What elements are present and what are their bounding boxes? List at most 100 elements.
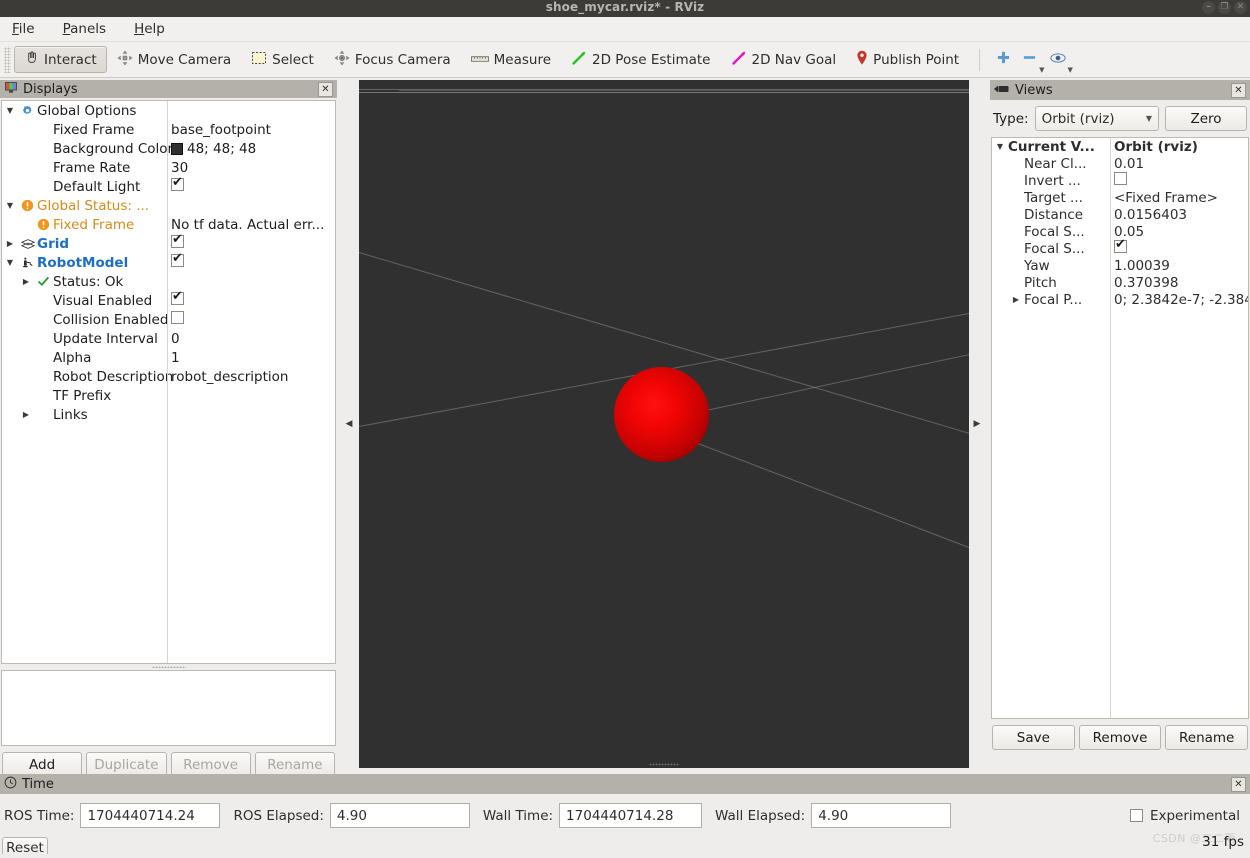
tool-publish-point-button[interactable]: Publish Point (846, 46, 969, 73)
views-tree-row[interactable]: Target ... <Fixed Frame> (992, 189, 1248, 206)
displays-row-value: base_footpoint (171, 121, 271, 138)
views-tree-row[interactable]: ▼ Current V... Orbit (rviz) (992, 138, 1248, 155)
displays-tree[interactable]: ▼ Global Options Fixed Frame base_footpoint… (1, 100, 336, 664)
views-row-label: Target ... (1024, 189, 1083, 206)
minimize-icon[interactable]: – (1202, 1, 1215, 14)
toolbar-drag-handle[interactable] (4, 46, 11, 73)
displays-row-label: Collision Enabled (53, 311, 169, 328)
displays-tree-row[interactable]: Frame Rate 30 (2, 158, 335, 177)
wall-elapsed-input[interactable]: 4.90 (811, 803, 952, 828)
viewport-bottom-grip[interactable] (649, 763, 679, 766)
displays-tree-row[interactable]: ▶ Status: Ok (2, 272, 335, 291)
tool-measure-button[interactable]: Measure (461, 46, 561, 73)
remove-view-button[interactable]: Remove (1078, 725, 1162, 750)
wall-time-input[interactable]: 1704440714.28 (559, 803, 703, 828)
displays-row-checkbox[interactable] (171, 175, 184, 195)
displays-row-checkbox[interactable] (171, 232, 184, 252)
views-tree-row[interactable]: Yaw 1.00039 (992, 257, 1248, 274)
displays-tree-row[interactable]: Collision Enabled (2, 310, 335, 329)
menu-file[interactable]: File (8, 19, 39, 39)
displays-row-checkbox[interactable] (171, 289, 184, 309)
displays-tree-row[interactable]: Robot Description robot_description (2, 367, 335, 386)
views-tree-row[interactable]: Focal S... (992, 237, 1248, 257)
tool-2d-nav-goal-label: 2D Nav Goal (751, 51, 837, 68)
displays-tree-row[interactable]: ▼ Global Options (2, 101, 335, 120)
tree-expand-arrow-closed-icon[interactable]: ▶ (1008, 295, 1024, 304)
displays-tree-row[interactable]: Visual Enabled (2, 289, 335, 310)
tool-move-camera-button[interactable]: Move Camera (107, 46, 241, 73)
views-tree-row[interactable]: Near Cl... 0.01 (992, 155, 1248, 172)
displays-tree-row[interactable]: ▶ Grid (2, 232, 335, 253)
tool-move-camera-label: Move Camera (137, 51, 232, 68)
displays-tree-row[interactable]: Default Light (2, 175, 335, 196)
check-icon (34, 275, 53, 288)
displays-row-checkbox[interactable] (171, 311, 184, 328)
views-panel-close-icon[interactable]: ✕ (1231, 82, 1246, 98)
displays-tree-row[interactable]: ▼ RobotModel (2, 251, 335, 272)
displays-tree-row[interactable]: Background Color 48; 48; 48 (2, 139, 335, 158)
views-type-select[interactable]: Orbit (rviz) ▼ (1034, 106, 1159, 131)
tool-select-button[interactable]: Select (241, 46, 324, 73)
views-row-value: 0; 2.3842e-7; -2.384... (1114, 291, 1248, 308)
displays-tree-row[interactable]: ▶ Links (2, 405, 335, 424)
displays-panel-close-icon[interactable]: ✕ (318, 81, 333, 97)
tree-expand-arrow-closed-icon[interactable]: ▶ (18, 277, 34, 286)
views-row-checkbox[interactable] (1114, 237, 1127, 257)
displays-column-splitter[interactable] (167, 101, 168, 663)
zero-view-button[interactable]: Zero (1165, 106, 1247, 131)
experimental-checkbox[interactable] (1129, 809, 1143, 822)
tool-2d-nav-goal-button[interactable]: 2D Nav Goal (721, 46, 847, 73)
views-collapse-handle[interactable]: ▶ (971, 80, 983, 768)
tree-expand-arrow-closed-icon[interactable]: ▶ (18, 410, 34, 419)
views-tree-row[interactable]: Invert ... (992, 172, 1248, 189)
views-tree[interactable]: ▼ Current V... Orbit (rviz) Near Cl... 0.01 I… (991, 137, 1249, 719)
views-row-checkbox[interactable] (1114, 172, 1127, 189)
displays-tree-row[interactable]: TF Prefix (2, 386, 335, 405)
add-tool-button[interactable] (990, 46, 1016, 73)
displays-tree-row[interactable]: Fixed Frame No tf data. Actual err... (2, 215, 335, 234)
time-panel-close-icon[interactable]: ✕ (1231, 776, 1246, 792)
tool-focus-camera-button[interactable]: Focus Camera (324, 46, 461, 73)
views-row-label: Focal P... (1024, 291, 1083, 308)
displays-collapse-handle[interactable]: ◀ (343, 80, 355, 768)
rename-view-button[interactable]: Rename (1165, 725, 1249, 750)
menu-help[interactable]: Help (130, 19, 169, 39)
views-type-value: Orbit (rviz) (1041, 110, 1115, 127)
views-tree-row[interactable]: ▶Focal P... 0; 2.3842e-7; -2.384... (992, 291, 1248, 308)
views-tree-row[interactable]: Pitch 0.370398 (992, 274, 1248, 291)
menu-panels[interactable]: Panels (59, 19, 110, 39)
gear-icon (18, 104, 37, 117)
displays-row-label: Grid (37, 235, 70, 252)
displays-tree-row[interactable]: Alpha 1 (2, 348, 335, 367)
displays-tree-row[interactable]: Update Interval 0 (2, 329, 335, 348)
tree-expand-arrow-open-icon[interactable]: ▼ (992, 142, 1008, 151)
tool-properties-chevron-down-icon[interactable]: ▼ (1068, 66, 1073, 77)
displays-tree-row[interactable]: ▼ Global Status: ... (2, 196, 335, 215)
save-view-button[interactable]: Save (992, 725, 1075, 750)
displays-row-label: Visual Enabled (53, 292, 153, 309)
tree-expand-arrow-open-icon[interactable]: ▼ (2, 106, 18, 115)
robot-icon (18, 256, 37, 270)
views-row-value: <Fixed Frame> (1114, 189, 1218, 206)
ros-elapsed-input[interactable]: 4.90 (329, 803, 470, 828)
tree-expand-arrow-open-icon[interactable]: ▼ (2, 201, 18, 210)
views-row-label: Pitch (1024, 274, 1057, 291)
views-tree-row[interactable]: Distance 0.0156403 (992, 206, 1248, 223)
ros-time-input[interactable]: 1704440714.24 (80, 803, 221, 828)
displays-row-label: Fixed Frame (53, 121, 135, 138)
displays-row-label: TF Prefix (53, 387, 112, 404)
tree-expand-arrow-closed-icon[interactable]: ▶ (2, 239, 18, 248)
tool-2d-pose-estimate-button[interactable]: 2D Pose Estimate (561, 46, 720, 73)
maximize-icon[interactable]: ❐ (1218, 1, 1231, 14)
displays-row-value: 48; 48; 48 (187, 140, 257, 157)
collapse-right-icon: ▶ (973, 419, 981, 429)
tool-interact-button[interactable]: Interact (14, 46, 107, 73)
time-fields-row: ROS Time: 1704440714.24 ROS Elapsed: 4.9… (0, 794, 1250, 828)
render-viewport-3d[interactable] (359, 80, 969, 768)
tree-expand-arrow-open-icon[interactable]: ▼ (2, 258, 18, 267)
close-icon[interactable]: ✕ (1234, 1, 1247, 14)
displays-tree-row[interactable]: Fixed Frame base_footpoint (2, 120, 335, 139)
views-panel-header: Views ✕ (990, 80, 1250, 100)
displays-row-checkbox[interactable] (171, 251, 184, 271)
experimental-checkbox-group[interactable]: Experimental (1129, 808, 1240, 824)
